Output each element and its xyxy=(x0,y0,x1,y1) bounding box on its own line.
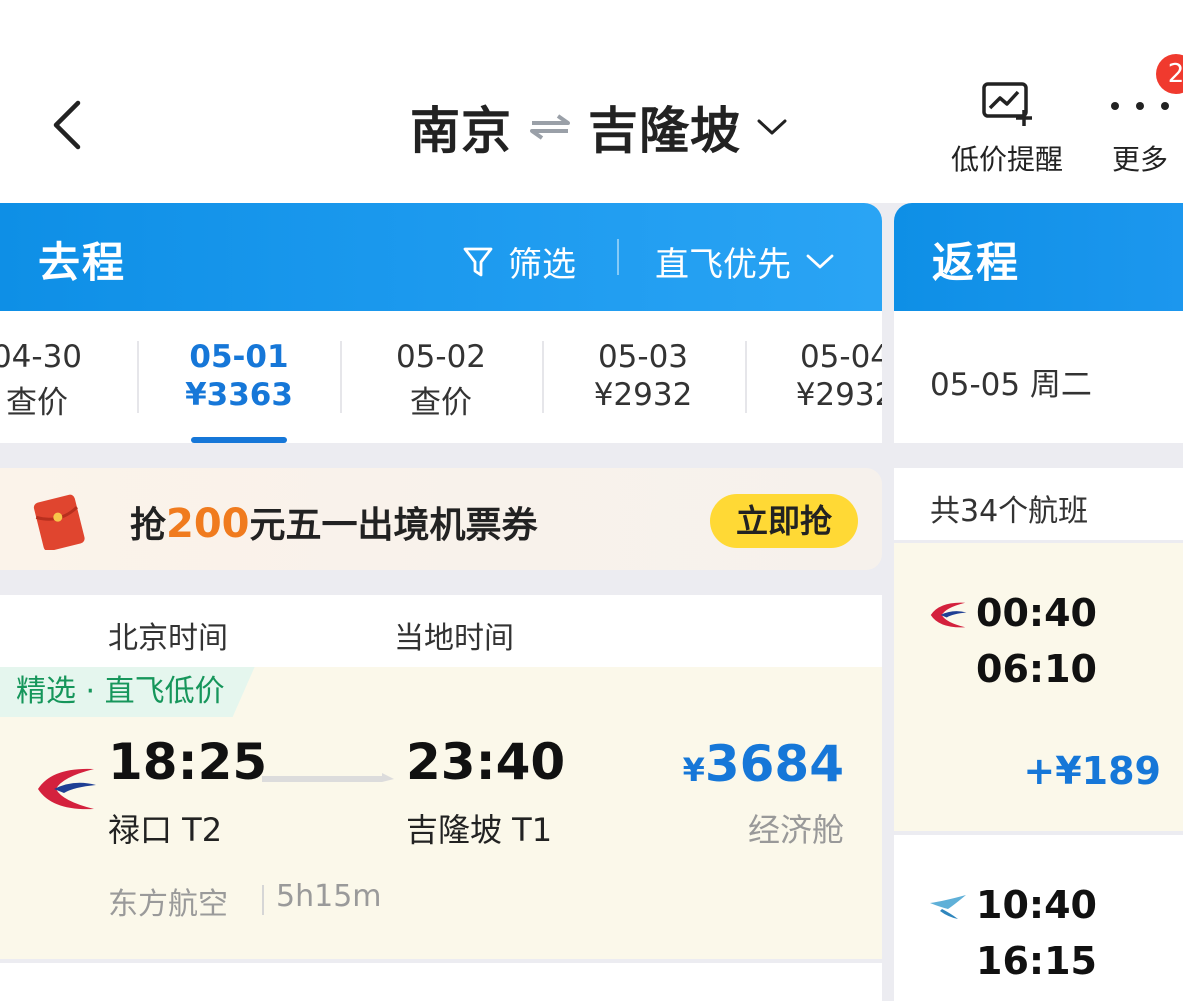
sort-label: 直飞优先 xyxy=(655,245,791,285)
return-date: 05-05 周二 xyxy=(930,367,1092,403)
promo-prefix: 抢 xyxy=(130,505,167,546)
destination-city: 吉隆坡 xyxy=(588,102,741,160)
local-time-label: 当地时间 xyxy=(394,621,514,656)
promo-banner[interactable]: 抢200元五一出境机票券 立即抢 xyxy=(0,468,882,570)
return-flight-card[interactable]: 00:40 06:10 +¥189 xyxy=(894,543,1183,831)
next-flight-card[interactable] xyxy=(0,963,882,1001)
return-panel: 返程 05-05 周二 共34个航班 00:40 06:10 +¥189 10:… xyxy=(894,203,1183,1001)
date-tab-date: 05-03 xyxy=(597,339,689,375)
departure-time: 18:25 xyxy=(108,733,268,791)
price-difference: +¥189 xyxy=(1023,749,1161,793)
more-label: 更多 xyxy=(1111,143,1168,176)
xiamen-air-logo-icon xyxy=(930,895,966,919)
promo-amount: 200 xyxy=(166,501,250,547)
date-tab-price: ¥2932 xyxy=(795,377,882,413)
route-selector[interactable]: 南京 吉隆坡 xyxy=(410,96,789,160)
cabin-class: 经济舱 xyxy=(747,811,844,849)
flight-count-label: 共34个航班 xyxy=(930,494,1089,529)
flight-arrow-icon xyxy=(262,773,394,782)
return-flight-count: 共34个航班 xyxy=(894,468,1183,540)
promo-suffix: 元五一出境机票券 xyxy=(249,505,538,546)
currency-symbol: ¥ xyxy=(682,751,705,789)
outbound-header: 去程 筛选 直飞优先 xyxy=(0,203,882,311)
return-flight-card[interactable]: 10:40 16:15 xyxy=(894,835,1183,1001)
date-tab-price: ¥2932 xyxy=(593,377,693,413)
return-arrival-time: 06:10 xyxy=(976,647,1097,691)
date-tab-date: 05-04 xyxy=(799,339,882,375)
date-strip: 04-30 查价 05-01 ¥3363 05-02 查价 05-03 ¥293… xyxy=(0,311,882,443)
promo-text: 抢200元五一出境机票券 xyxy=(130,496,538,548)
flight-price: ¥3684 xyxy=(683,735,844,793)
return-title: 返程 xyxy=(932,238,1021,287)
arrival-airport: 吉隆坡 T1 xyxy=(406,811,553,849)
timezone-header: 北京时间 当地时间 xyxy=(0,595,882,667)
selected-date-indicator xyxy=(191,437,287,443)
price-alert-icon xyxy=(982,82,1032,126)
outbound-title: 去程 xyxy=(38,238,127,287)
flight-duration: 5h15m xyxy=(276,879,382,914)
price-alert-button[interactable]: 低价提醒 xyxy=(944,80,1070,178)
flight-search-page: 南京 吉隆坡 低价提醒 更多 2 去程 筛选 直飞优先 04-30 查价 05-… xyxy=(0,0,1183,1001)
china-eastern-logo-icon xyxy=(38,768,96,810)
filter-button[interactable]: 筛选 xyxy=(462,237,576,286)
date-tab-price: ¥3363 xyxy=(185,377,293,413)
featured-tag: 精选 · 直飞低价 xyxy=(0,667,255,717)
sort-dropdown[interactable]: 直飞优先 xyxy=(655,237,835,286)
departure-airport: 禄口 T2 xyxy=(108,811,223,849)
grab-coupon-button[interactable]: 立即抢 xyxy=(710,494,858,548)
return-header: 返程 xyxy=(894,203,1183,311)
outbound-panel: 去程 筛选 直飞优先 04-30 查价 05-01 ¥3363 05-02 查价… xyxy=(0,203,882,1001)
date-tab-price: 查价 xyxy=(410,385,472,421)
china-eastern-logo-icon xyxy=(930,602,967,628)
price-amount: 3684 xyxy=(704,735,844,793)
date-tab[interactable]: 05-04 ¥2932 xyxy=(744,311,882,443)
filter-funnel-icon xyxy=(463,247,493,276)
more-button[interactable]: 更多 xyxy=(1100,80,1180,178)
arrival-time: 23:40 xyxy=(406,733,566,791)
return-date-tab[interactable]: 05-05 周二 xyxy=(894,311,1183,443)
date-tab-selected[interactable]: 05-01 ¥3363 xyxy=(138,311,340,443)
round-trip-icon xyxy=(530,114,570,140)
beijing-time-label: 北京时间 xyxy=(108,621,228,656)
origin-city: 南京 xyxy=(410,102,512,160)
info-divider xyxy=(262,885,264,915)
return-departure-time: 00:40 xyxy=(976,591,1097,635)
top-header: 南京 吉隆坡 低价提醒 更多 2 xyxy=(0,0,1183,203)
return-arrival-time: 16:15 xyxy=(976,939,1097,983)
date-tab[interactable]: 05-03 ¥2932 xyxy=(542,311,744,443)
header-divider xyxy=(617,239,619,275)
date-tab-price: 查价 xyxy=(6,385,68,421)
date-tab[interactable]: 04-30 查价 xyxy=(0,311,138,443)
filter-label: 筛选 xyxy=(508,245,576,285)
chevron-down-icon xyxy=(806,254,834,268)
date-tab-date: 05-01 xyxy=(189,339,289,375)
flight-card[interactable]: 精选 · 直飞低价 18:25 禄口 T2 23:40 吉隆坡 T1 ¥3684… xyxy=(0,667,882,959)
return-departure-time: 10:40 xyxy=(976,883,1097,927)
date-tab-date: 04-30 xyxy=(0,339,83,375)
red-envelope-icon xyxy=(33,494,85,550)
chevron-down-icon xyxy=(757,119,787,135)
airline-name: 东方航空 xyxy=(108,887,228,922)
price-alert-label: 低价提醒 xyxy=(950,143,1063,176)
date-tab[interactable]: 05-02 查价 xyxy=(340,311,542,443)
back-arrow-icon[interactable] xyxy=(40,95,100,155)
date-tab-date: 05-02 xyxy=(395,339,487,375)
